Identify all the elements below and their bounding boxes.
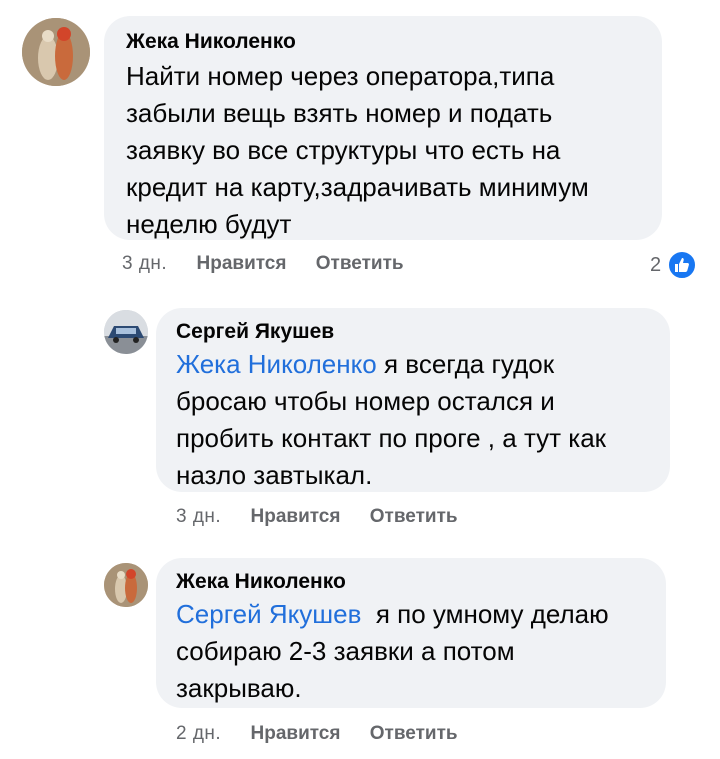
avatar[interactable] <box>104 563 148 607</box>
reaction-summary[interactable]: 2 <box>650 250 698 280</box>
reply-button[interactable]: Ответить <box>370 506 458 527</box>
comment-bubble: Жека Николенко Найти номер через операто… <box>104 16 662 240</box>
like-icon <box>667 250 698 280</box>
comment-line: назло завтыкал. <box>176 460 373 490</box>
like-button[interactable]: Нравится <box>251 723 341 744</box>
avatar-image <box>104 563 148 607</box>
avatar[interactable] <box>22 18 90 86</box>
reply-button[interactable]: Ответить <box>370 723 458 744</box>
comment-timestamp[interactable]: 3 дн. <box>176 506 221 527</box>
comment-author[interactable]: Жека Николенко <box>176 570 346 594</box>
comment-line: я по умному делаю <box>361 599 609 629</box>
comment-author[interactable]: Сергей Якушев <box>176 320 334 344</box>
comment-line: бросаю чтобы номер остался и <box>176 386 555 416</box>
reaction-count: 2 <box>650 253 662 276</box>
comment-line: заявку во все структуры что есть на <box>126 135 561 165</box>
comment-meta: 3 дн. Нравится Ответить <box>176 506 458 528</box>
comment-line: собираю 2-3 заявки а потом <box>176 636 515 666</box>
mention-link[interactable]: Сергей Якушев <box>176 599 361 629</box>
comment-bubble: Сергей Якушев Жека Николенко я всегда гу… <box>156 308 670 492</box>
comment-line: кредит на карту,задрачивать минимум <box>126 172 589 202</box>
comment-timestamp[interactable]: 2 дн. <box>176 723 221 744</box>
comment-author[interactable]: Жека Николенко <box>126 30 296 54</box>
comment-text: Найти номер через оператора,типа забыли … <box>126 58 589 243</box>
avatar-image <box>104 310 148 354</box>
comment-line: пробить контакт по проге , а тут как <box>176 423 607 453</box>
comment-text: Сергей Якушев я по умному делаю собираю … <box>176 596 609 707</box>
comment-line: забыли вещь взять номер и подать <box>126 98 553 128</box>
comment-line: неделю будут <box>126 209 292 239</box>
avatar-image <box>22 18 90 86</box>
mention-link[interactable]: Жека Николенко <box>176 349 377 379</box>
comment-timestamp[interactable]: 3 дн. <box>122 253 167 274</box>
like-button[interactable]: Нравится <box>197 253 287 274</box>
avatar[interactable] <box>104 310 148 354</box>
comment-line: Найти номер через оператора,типа <box>126 61 555 91</box>
comment-meta: 2 дн. Нравится Ответить <box>176 723 458 745</box>
comment-line: я всегда гудок <box>376 349 555 379</box>
comment-bubble: Жека Николенко Сергей Якушев я по умному… <box>156 558 666 708</box>
comment-line: закрываю. <box>176 673 302 703</box>
reply-button[interactable]: Ответить <box>316 253 404 274</box>
like-button[interactable]: Нравится <box>251 506 341 527</box>
comment-meta: 3 дн. Нравится Ответить <box>122 253 404 275</box>
comment-text: Жека Николенко я всегда гудок бросаю что… <box>176 346 606 494</box>
